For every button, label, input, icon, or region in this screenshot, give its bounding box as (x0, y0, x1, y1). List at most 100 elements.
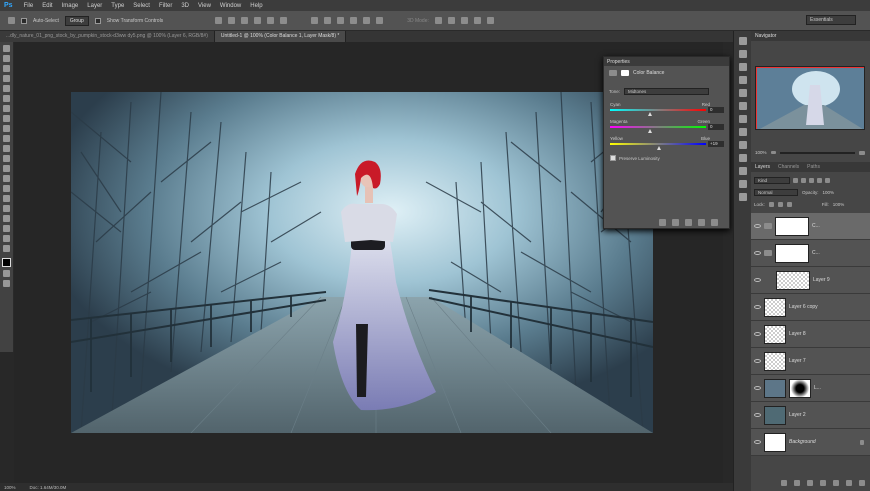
visibility-eye-icon[interactable] (754, 413, 761, 417)
actions-panel-icon[interactable] (738, 180, 747, 188)
delete-layer-icon[interactable] (859, 480, 865, 486)
auto-select-dropdown[interactable]: Group (64, 15, 89, 26)
distribute-middle-icon[interactable] (324, 17, 332, 24)
tab-channels[interactable]: Channels (778, 164, 799, 170)
new-group-icon[interactable] (833, 480, 839, 486)
layer-name[interactable]: Layer 8 (789, 331, 806, 337)
layer-thumbnail[interactable] (776, 270, 810, 290)
path-select-tool-icon[interactable] (3, 205, 10, 212)
auto-select-checkbox[interactable] (21, 17, 27, 24)
dodge-tool-icon[interactable] (3, 175, 10, 182)
new-layer-icon[interactable] (846, 480, 852, 486)
magenta-green-value[interactable]: 0 (708, 124, 724, 130)
layer-thumbnail[interactable] (764, 405, 786, 425)
brush-tool-icon[interactable] (3, 115, 10, 122)
distribute-bottom-icon[interactable] (337, 17, 345, 24)
info-panel-icon[interactable] (738, 193, 747, 201)
distribute-right-icon[interactable] (376, 17, 384, 24)
hand-tool-icon[interactable] (3, 225, 10, 232)
layer-thumbnail[interactable] (764, 351, 786, 371)
visibility-eye-icon[interactable] (754, 251, 761, 255)
menu-type[interactable]: Type (111, 3, 124, 9)
link-layers-icon[interactable] (781, 480, 787, 486)
navigator-thumbnail[interactable] (755, 66, 865, 130)
brush-panel-icon[interactable] (738, 115, 747, 123)
properties-panel-title[interactable]: Properties (604, 57, 729, 66)
zoom-in-icon[interactable] (859, 150, 865, 155)
3d-scale-icon[interactable] (486, 17, 494, 24)
visibility-eye-icon[interactable] (754, 278, 761, 282)
menu-image[interactable]: Image (62, 3, 79, 9)
menu-select[interactable]: Select (133, 3, 150, 9)
delete-adjustment-icon[interactable] (711, 219, 718, 226)
character-panel-icon[interactable] (738, 89, 747, 97)
styles-panel-icon[interactable] (738, 154, 747, 162)
move-tool-icon[interactable] (3, 45, 10, 52)
layer-name[interactable]: C... (812, 250, 820, 256)
quick-select-tool-icon[interactable] (3, 75, 10, 82)
workspace-dropdown[interactable]: Essentials (806, 15, 856, 25)
visibility-eye-icon[interactable] (754, 440, 761, 444)
filter-pixel-icon[interactable] (793, 178, 798, 183)
clip-to-layer-icon[interactable] (659, 219, 666, 226)
pen-tool-icon[interactable] (3, 185, 10, 192)
type-tool-icon[interactable] (3, 195, 10, 202)
cyan-red-slider-handle[interactable] (648, 112, 652, 116)
navigator-zoom-slider[interactable] (779, 151, 855, 154)
cyan-red-slider-track[interactable] (610, 109, 706, 111)
menu-window[interactable]: Window (220, 3, 241, 9)
menu-file[interactable]: File (24, 3, 34, 9)
zoom-readout[interactable]: 100% (4, 485, 16, 490)
marquee-tool-icon[interactable] (3, 55, 10, 62)
swatches-panel-icon[interactable] (738, 76, 747, 84)
align-middle-icon[interactable] (228, 17, 236, 24)
menu-layer[interactable]: Layer (87, 3, 102, 9)
clone-source-icon[interactable] (738, 128, 747, 136)
visibility-eye-icon[interactable] (754, 359, 761, 363)
lock-position-icon[interactable] (777, 202, 783, 207)
libraries-panel-icon[interactable] (738, 167, 747, 175)
layer-mask-thumbnail[interactable] (775, 243, 809, 263)
align-bottom-icon[interactable] (241, 17, 249, 24)
lock-all-icon[interactable] (786, 202, 792, 207)
layer-name[interactable]: C... (812, 223, 820, 229)
layer-row[interactable]: Layer 8 (751, 321, 870, 348)
color-panel-icon[interactable] (738, 63, 747, 71)
adjustments-panel-icon[interactable] (738, 141, 747, 149)
3d-slide-icon[interactable] (473, 17, 481, 24)
document-size[interactable]: Doc: 1.64M/30.0M (30, 485, 67, 490)
foreground-color-swatch[interactable] (2, 258, 11, 267)
distribute-top-icon[interactable] (311, 17, 319, 24)
tone-dropdown[interactable]: Midtones (624, 88, 710, 95)
layer-name[interactable]: Layer 6 copy (789, 304, 818, 310)
document-canvas[interactable] (71, 92, 653, 433)
visibility-eye-icon[interactable] (754, 305, 761, 309)
opacity-value[interactable]: 100% (823, 190, 835, 195)
distribute-left-icon[interactable] (350, 17, 358, 24)
visibility-eye-icon[interactable] (754, 386, 761, 390)
layer-filter-kind[interactable]: Kind (754, 177, 790, 184)
cyan-red-value[interactable]: 0 (708, 107, 724, 113)
layer-thumbnail[interactable] (764, 432, 786, 452)
history-panel-icon[interactable] (738, 37, 747, 45)
align-left-icon[interactable] (254, 17, 262, 24)
menu-filter[interactable]: Filter (159, 3, 172, 9)
3d-rotate-icon[interactable] (434, 17, 442, 24)
blur-tool-icon[interactable] (3, 165, 10, 172)
tab-document-2[interactable]: Untitled-1 @ 100% (Color Balance 1, Laye… (214, 31, 347, 42)
magenta-green-slider-handle[interactable] (648, 129, 652, 133)
blend-mode-dropdown[interactable]: Normal (754, 189, 798, 196)
menu-view[interactable]: View (198, 3, 211, 9)
preserve-luminosity-checkbox[interactable] (610, 155, 616, 161)
eraser-tool-icon[interactable] (3, 145, 10, 152)
tab-navigator[interactable]: Navigator (755, 33, 776, 39)
paragraph-panel-icon[interactable] (738, 102, 747, 110)
menu-help[interactable]: Help (250, 3, 262, 9)
layer-row[interactable]: Layer 7 (751, 348, 870, 375)
screen-mode-icon[interactable] (3, 280, 10, 287)
layer-row[interactable]: Layer 9 (751, 267, 870, 294)
new-adjustment-icon[interactable] (820, 480, 826, 486)
layer-thumbnail[interactable] (764, 324, 786, 344)
layer-row[interactable]: L... (751, 375, 870, 402)
navigator-zoom-value[interactable]: 100% (755, 150, 767, 155)
